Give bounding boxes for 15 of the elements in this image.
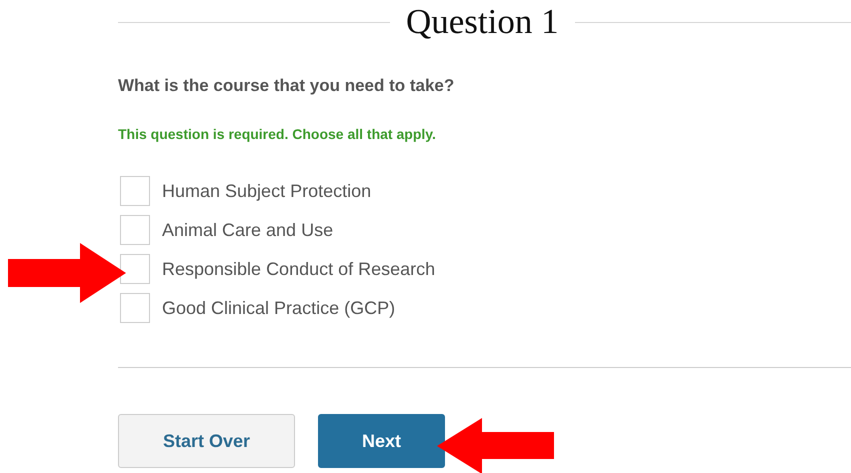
checkbox[interactable]: [120, 215, 150, 245]
question-title: Question 1: [406, 1, 559, 43]
option-label[interactable]: Human Subject Protection: [162, 180, 372, 202]
option-label[interactable]: Responsible Conduct of Research: [162, 258, 436, 280]
required-hint: This question is required. Choose all that apply.: [118, 126, 437, 142]
option-label[interactable]: Good Clinical Practice (GCP): [162, 298, 396, 318]
arrow-icon: [8, 243, 126, 303]
start-over-button[interactable]: Start Over: [118, 414, 295, 468]
checkbox[interactable]: [120, 293, 150, 323]
checkbox[interactable]: [120, 176, 150, 206]
option-label[interactable]: Animal Care and Use: [162, 220, 334, 240]
arrow-icon: [437, 418, 554, 473]
next-button[interactable]: Next: [318, 414, 445, 468]
checkbox[interactable]: [120, 254, 150, 284]
question-text: What is the course that you need to take?: [118, 75, 456, 97]
